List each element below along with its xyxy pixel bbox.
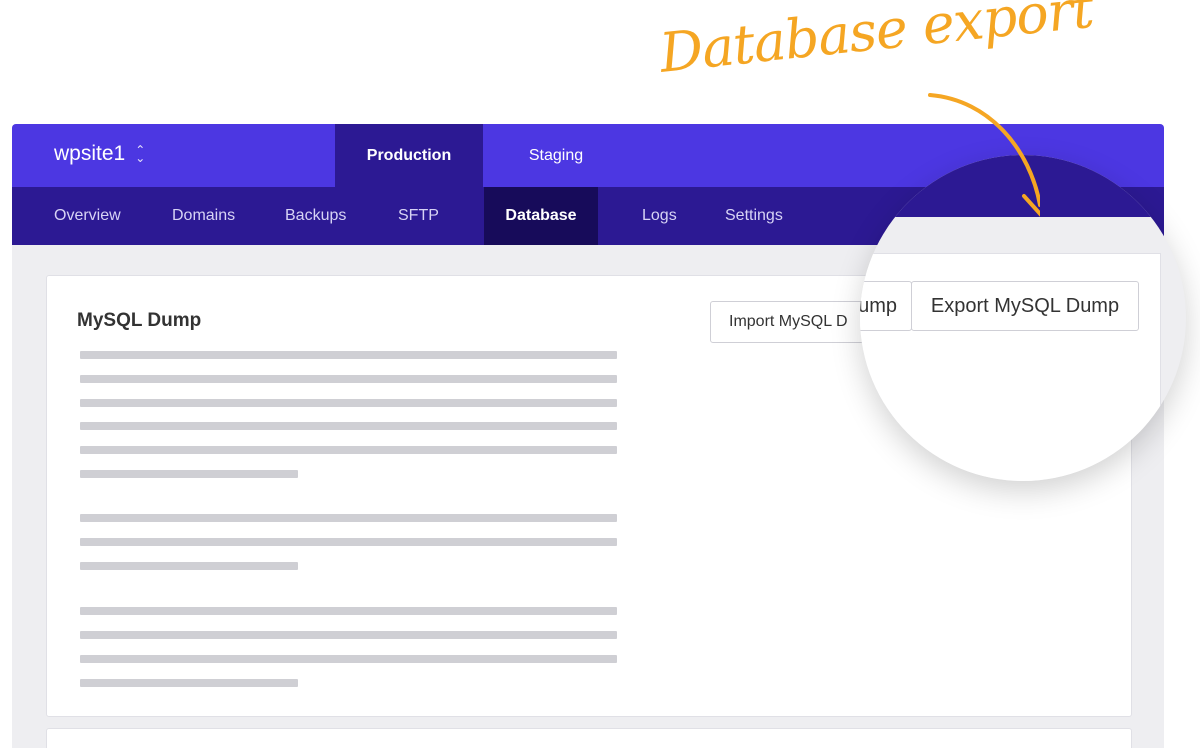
text-placeholder-line [80,538,617,546]
subnav-item-backups[interactable]: Backups [285,187,346,245]
text-placeholder-line [80,655,617,663]
subnav-item-domains[interactable]: Domains [172,187,235,245]
subnav-item-database[interactable]: Database [484,187,598,245]
text-placeholder-line [80,446,617,454]
subnav-item-sftp[interactable]: SFTP [398,187,439,245]
chevron-updown-icon: ⌃ ⌄ [135,143,146,165]
site-switcher[interactable]: wpsite1 ⌃ ⌄ [54,142,145,166]
subnav-item-logs[interactable]: Logs [642,187,677,245]
text-placeholder-line [80,351,617,359]
magnified-import-button[interactable]: ump [860,281,912,331]
tab-production[interactable]: Production [335,124,483,187]
text-placeholder-line [80,514,617,522]
secondary-card [46,728,1132,748]
text-placeholder-line [80,562,298,570]
text-placeholder-line [80,422,617,430]
export-mysql-dump-button[interactable]: Export MySQL Dump [911,281,1139,331]
tab-staging[interactable]: Staging [483,124,629,187]
card-title: MySQL Dump [77,310,202,331]
text-placeholder-line [80,679,298,687]
text-placeholder-line [80,399,617,407]
text-placeholder-line [80,375,617,383]
text-placeholder-line [80,607,617,615]
text-placeholder-line [80,470,298,478]
subnav-item-overview[interactable]: Overview [54,187,121,245]
subnav-item-settings[interactable]: Settings [725,187,783,245]
site-name: wpsite1 [54,142,126,165]
annotation-label: Database export [656,0,1096,85]
magnifier-callout: ump Export MySQL Dump [860,155,1186,481]
magnified-subnav [860,155,1186,217]
text-placeholder-line [80,631,617,639]
